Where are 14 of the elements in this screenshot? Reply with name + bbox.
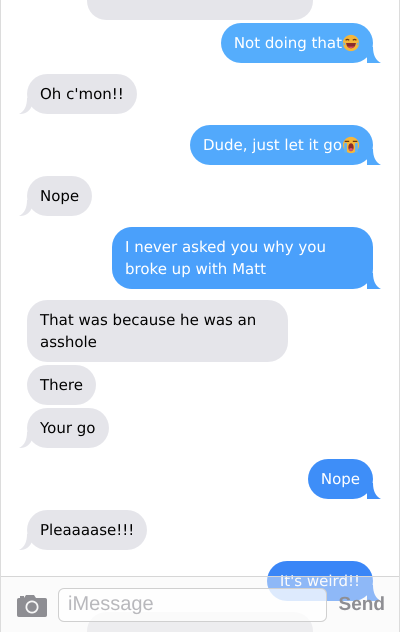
message-text: I never asked you why you broke up with Matt [125, 237, 327, 280]
message-text: Not doing that [234, 33, 342, 54]
message-text: There [40, 375, 83, 396]
message-text: Nope [320, 469, 360, 490]
message-text: Dude, just let it go [202, 135, 342, 156]
camera-icon[interactable] [16, 592, 48, 616]
message-input[interactable]: iMessage [58, 588, 327, 622]
message-text: Your go [40, 418, 96, 439]
message-text: Nope [40, 186, 80, 207]
message-text: Pleaaaase!!! [40, 520, 134, 541]
message-text: Oh c'mon!! [40, 84, 124, 105]
message-text: That was because he was an asshole [40, 310, 258, 353]
crying-emoji-icon [342, 136, 360, 154]
laughing-emoji-icon [342, 34, 360, 52]
